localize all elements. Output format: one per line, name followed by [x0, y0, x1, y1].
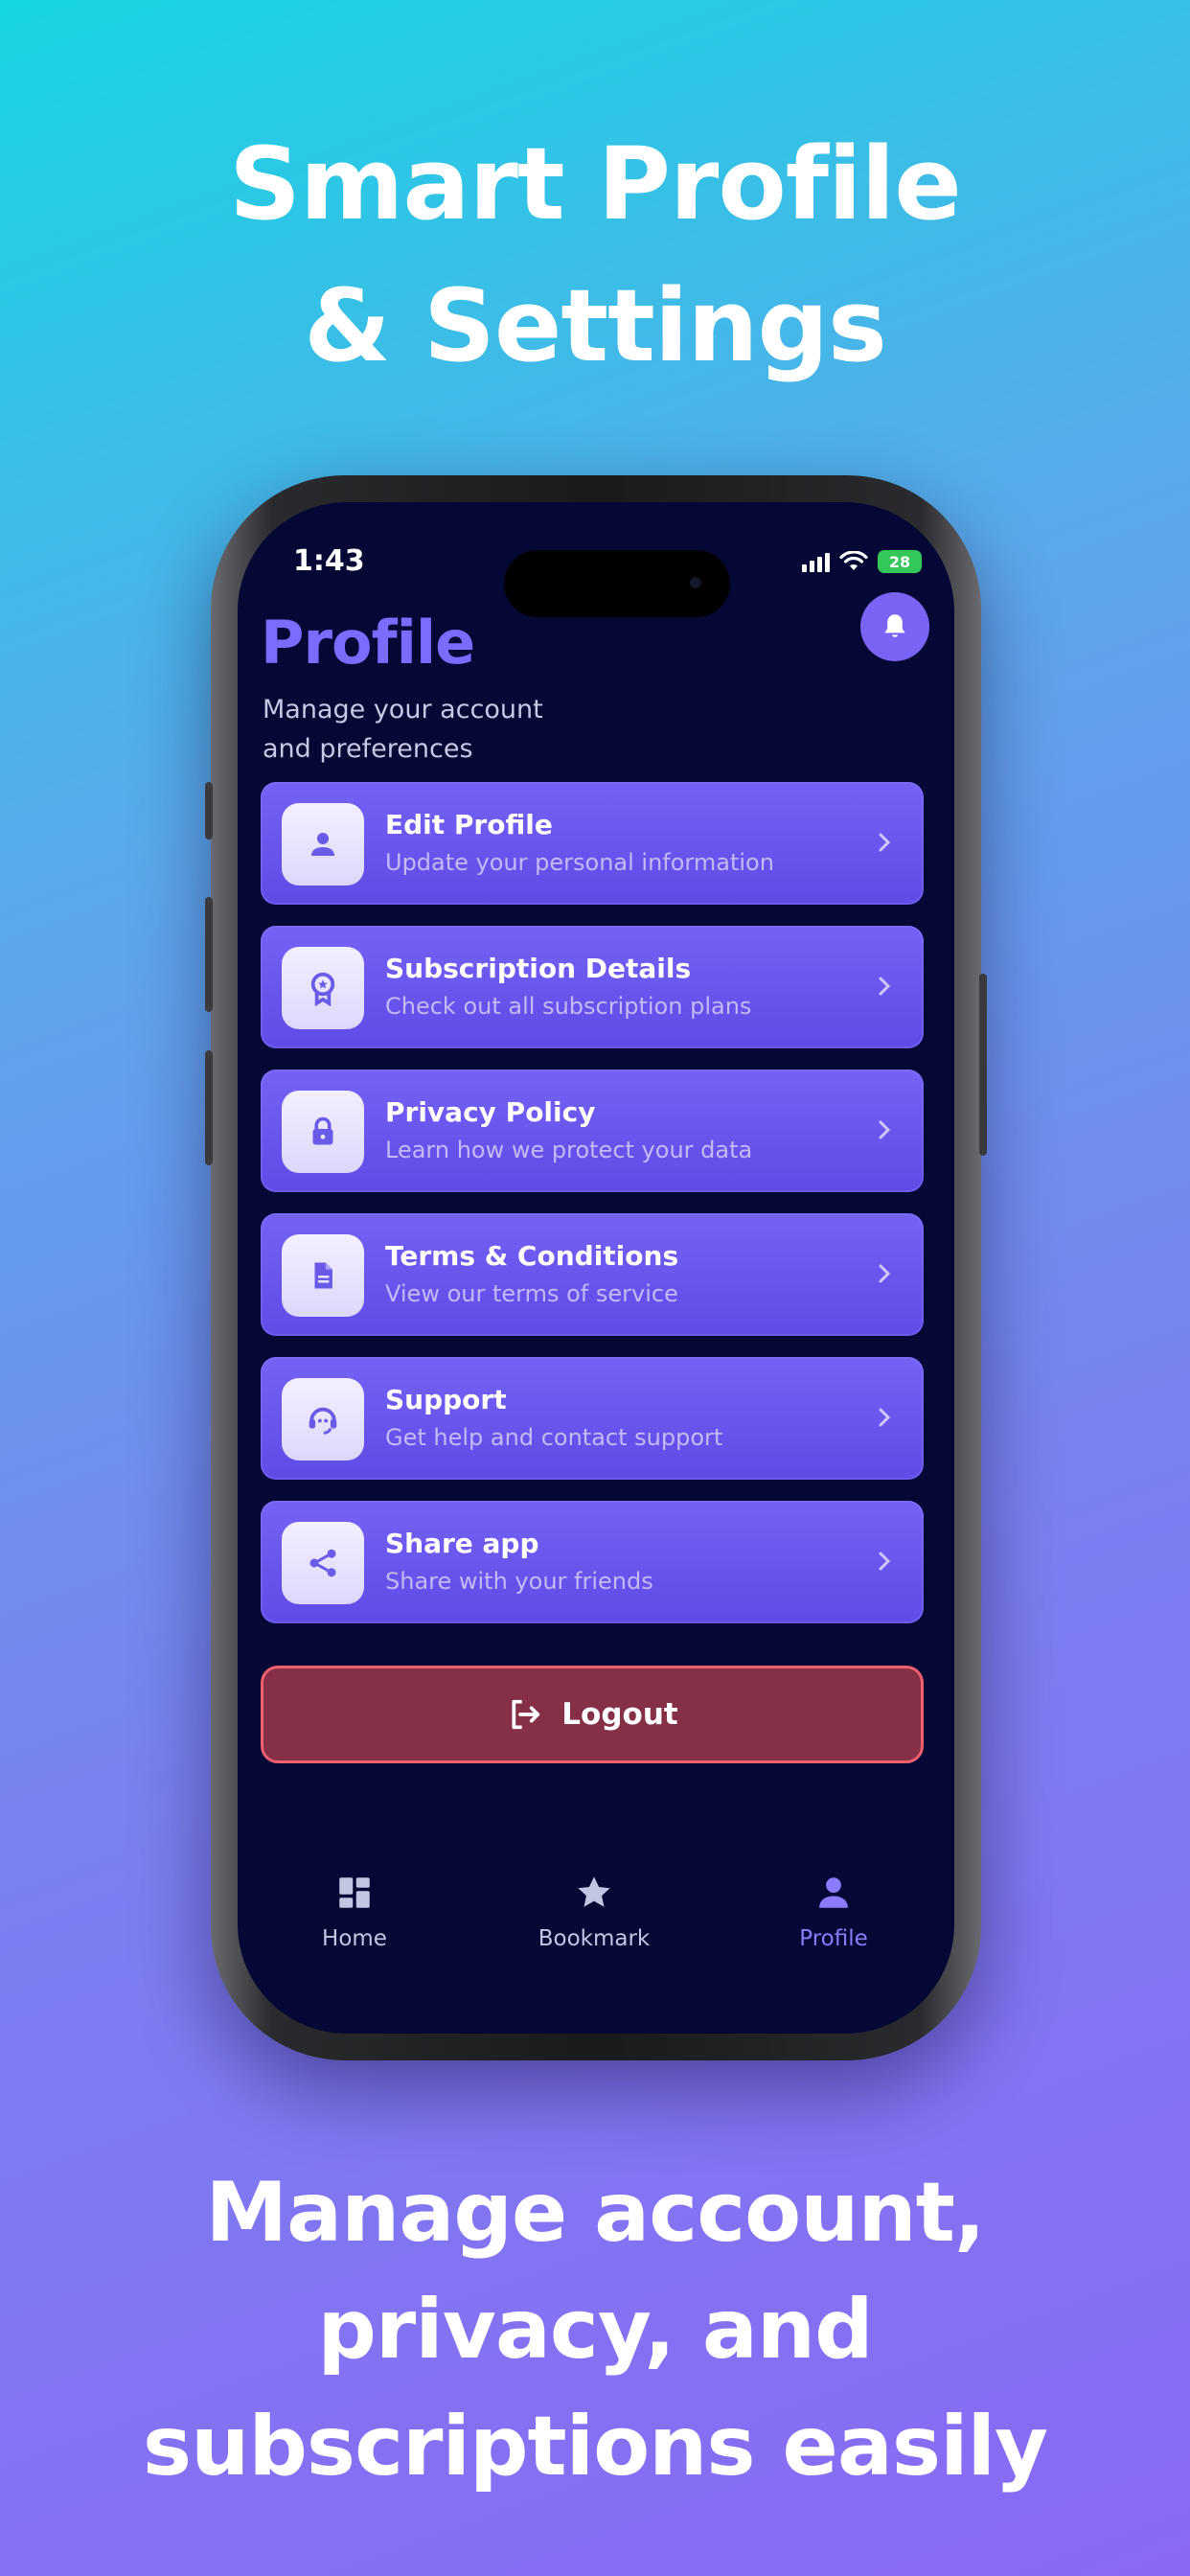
support-agent-icon	[309, 1407, 337, 1435]
bell-icon	[884, 614, 905, 637]
status-icons: 28	[802, 550, 922, 573]
menu-item-terms-conditions[interactable]: Terms & Conditions View our terms of ser…	[261, 1213, 924, 1336]
promo-headline-line-1: Smart Profile	[229, 126, 962, 242]
dashboard-icon	[339, 1877, 370, 1908]
logout-button[interactable]: Logout	[261, 1666, 924, 1763]
person-icon	[819, 1877, 848, 1908]
tab-profile[interactable]: Profile	[738, 1873, 929, 1951]
tab-bookmark[interactable]: Bookmark	[498, 1873, 690, 1951]
chevron-right-icon	[879, 833, 891, 852]
star-icon	[578, 1876, 610, 1907]
dynamic-island	[504, 550, 730, 617]
menu-item-support[interactable]: Support Get help and contact support	[261, 1357, 924, 1480]
battery-level: 28	[888, 552, 911, 571]
volume-up-button	[205, 897, 213, 1012]
menu-item-edit-profile[interactable]: Edit Profile Update your personal inform…	[261, 782, 924, 905]
promo-tagline: Manage account, privacy, and subscriptio…	[0, 2154, 1190, 2505]
volume-down-button	[205, 1050, 213, 1165]
menu-item-privacy-policy[interactable]: Privacy Policy Learn how we protect your…	[261, 1070, 924, 1192]
menu-item-share-app[interactable]: Share app Share with your friends	[261, 1501, 924, 1623]
menu-item-title: Share app	[385, 1528, 539, 1559]
document-icon	[314, 1262, 332, 1289]
share-icon	[309, 1549, 336, 1577]
action-button	[205, 782, 213, 840]
menu-item-title: Subscription Details	[385, 953, 692, 984]
side-button	[979, 974, 987, 1156]
menu-item-title: Edit Profile	[385, 809, 553, 840]
menu-item-subtitle: Check out all subscription plans	[385, 993, 752, 1020]
promo-tagline-line-2: privacy, and	[317, 2282, 873, 2378]
tab-label: Home	[322, 1926, 387, 1951]
page-subtitle: Manage your account and preferences	[263, 695, 543, 764]
badge-icon	[310, 972, 335, 1006]
settings-menu: Edit Profile Update your personal inform…	[261, 782, 924, 1644]
menu-item-subtitle: Share with your friends	[385, 1568, 653, 1595]
chevron-right-icon	[879, 1264, 891, 1283]
tab-label: Bookmark	[538, 1926, 651, 1951]
logout-label: Logout	[561, 1697, 678, 1732]
promo-headline-line-2: & Settings	[304, 267, 887, 384]
chevron-right-icon	[879, 1408, 891, 1427]
person-icon	[311, 833, 334, 856]
signal-icon	[802, 551, 830, 572]
chevron-right-icon	[879, 1120, 891, 1139]
battery-icon: 28	[878, 550, 922, 573]
menu-item-subtitle: View our terms of service	[385, 1280, 678, 1307]
menu-item-title: Support	[385, 1384, 507, 1415]
status-time: 1:43	[293, 544, 365, 578]
page-title: Profile	[261, 608, 475, 678]
phone-frame: 1:43 28 Profile Manage your account and …	[205, 475, 987, 2060]
phone-screen: 1:43 28 Profile Manage your account and …	[238, 502, 954, 2034]
notification-button[interactable]	[860, 592, 929, 661]
menu-item-subscription-details[interactable]: Subscription Details Check out all subsc…	[261, 926, 924, 1048]
lock-icon	[312, 1116, 333, 1145]
chevron-right-icon	[879, 977, 891, 996]
wifi-icon	[839, 551, 868, 570]
menu-item-subtitle: Update your personal information	[385, 849, 774, 876]
menu-item-subtitle: Learn how we protect your data	[385, 1137, 753, 1163]
menu-item-subtitle: Get help and contact support	[385, 1424, 723, 1451]
chevron-right-icon	[879, 1552, 891, 1571]
tab-home[interactable]: Home	[259, 1873, 450, 1951]
tab-label: Profile	[799, 1926, 868, 1951]
promo-tagline-line-1: Manage account,	[205, 2165, 985, 2261]
logout-icon	[512, 1699, 540, 1730]
bottom-tab-bar: Home Bookmark Profile	[238, 1873, 954, 1988]
promo-headline: Smart Profile & Settings	[0, 113, 1190, 397]
menu-item-title: Terms & Conditions	[385, 1240, 679, 1272]
promo-tagline-line-3: subscriptions easily	[142, 2399, 1048, 2495]
menu-item-title: Privacy Policy	[385, 1096, 596, 1128]
